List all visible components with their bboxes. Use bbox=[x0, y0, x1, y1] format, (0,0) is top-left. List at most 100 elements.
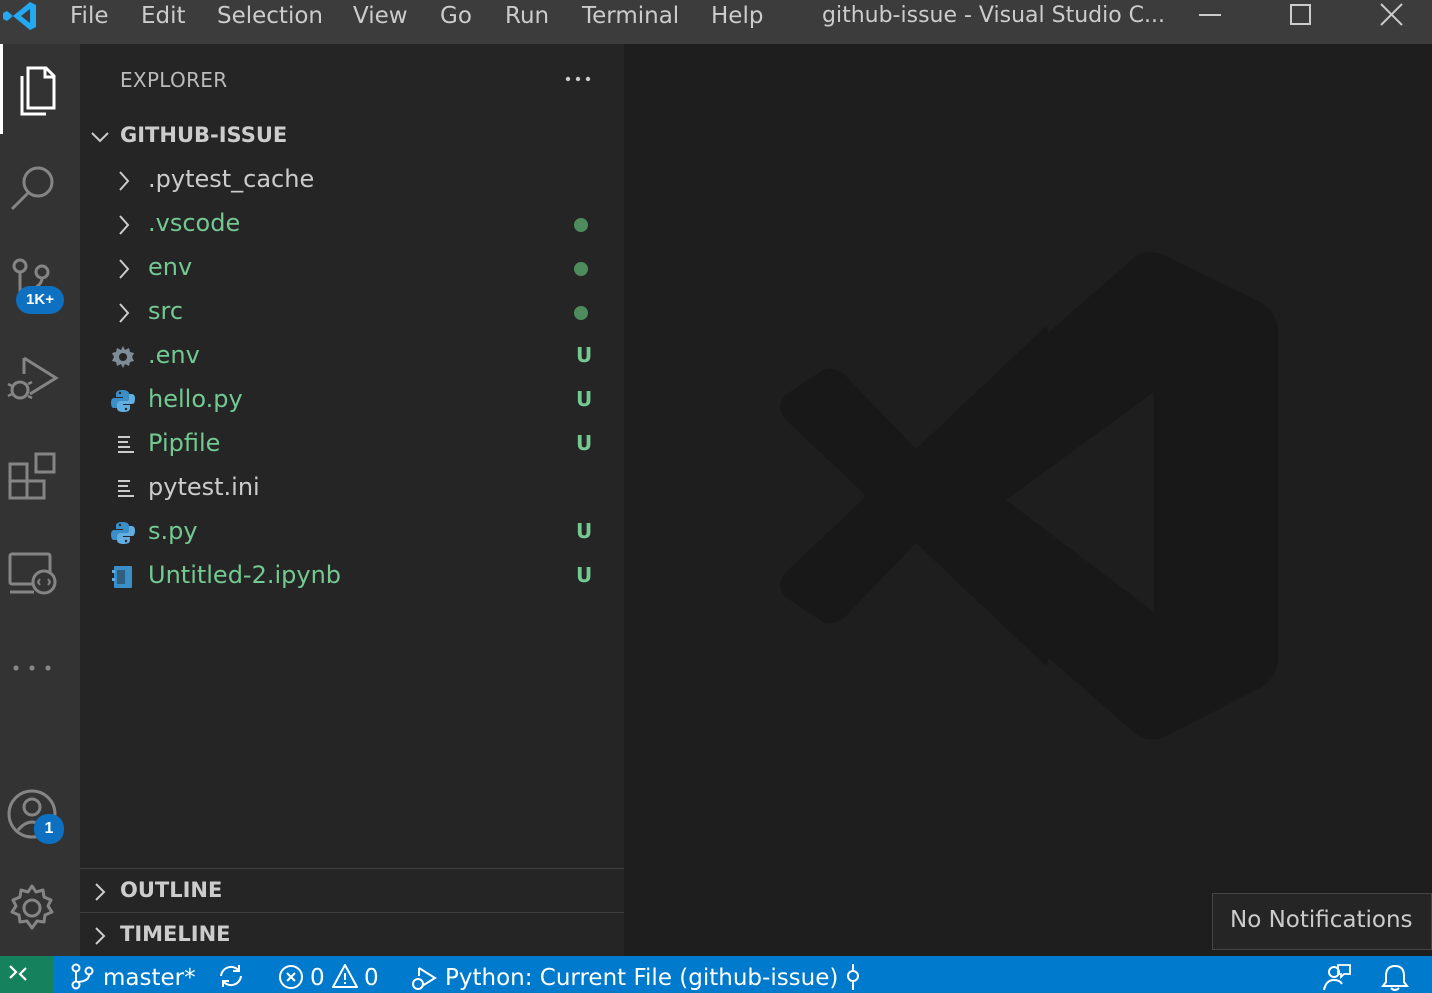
debug-configuration[interactable]: Python: Current File (github-issue) bbox=[445, 956, 838, 993]
notebook-icon bbox=[112, 566, 132, 588]
activity-explorer[interactable] bbox=[0, 44, 80, 134]
chevron-right-icon bbox=[95, 883, 106, 901]
section-divider bbox=[80, 868, 624, 869]
tree-item-label: s.py bbox=[148, 517, 198, 545]
git-status-badge: U bbox=[576, 519, 593, 543]
modified-indicator-dot bbox=[574, 306, 588, 320]
python-icon bbox=[111, 390, 135, 412]
menu-selection[interactable]: Selection bbox=[217, 0, 323, 32]
tree-file-row[interactable]: Untitled-2.ipynb U bbox=[80, 555, 624, 599]
vscode-watermark-logo bbox=[780, 252, 1278, 740]
menu-help[interactable]: Help bbox=[711, 0, 763, 32]
menu-run[interactable]: Run bbox=[505, 0, 549, 32]
menu-terminal[interactable]: Terminal bbox=[582, 0, 679, 32]
title-bar: File Edit Selection View Go Run Terminal… bbox=[0, 0, 1432, 44]
explorer-sidebar: EXPLORER GITHUB-ISSUE .pytest_cache .vsco… bbox=[80, 44, 624, 956]
activity-run-debug[interactable] bbox=[0, 338, 80, 418]
root-folder-header[interactable]: GITHUB-ISSUE bbox=[80, 115, 624, 159]
menu-file[interactable]: File bbox=[70, 0, 109, 32]
tree-item-label: pytest.ini bbox=[148, 473, 260, 501]
git-status-badge: U bbox=[576, 387, 593, 411]
extensions-icon bbox=[8, 452, 56, 500]
tree-file-row[interactable]: Pipfile U bbox=[80, 423, 624, 467]
close-button[interactable] bbox=[1369, 0, 1415, 32]
remote-indicator-button[interactable] bbox=[0, 956, 53, 993]
menu-go[interactable]: Go bbox=[440, 0, 472, 32]
remote-explorer-icon bbox=[8, 552, 57, 595]
maximize-icon bbox=[1290, 4, 1311, 25]
tree-file-row[interactable]: .env U bbox=[80, 335, 624, 379]
root-folder-label: GITHUB-ISSUE bbox=[120, 123, 288, 147]
modified-indicator-dot bbox=[574, 262, 588, 276]
tree-folder-row[interactable]: src bbox=[80, 291, 624, 335]
outline-header[interactable]: OUTLINE bbox=[80, 870, 624, 914]
ellipsis-icon bbox=[565, 76, 591, 82]
activity-remote-explorer[interactable] bbox=[0, 534, 80, 614]
editor-area bbox=[624, 44, 1432, 956]
tree-item-label: hello.py bbox=[148, 385, 243, 413]
tree-folder-row[interactable]: .pytest_cache bbox=[80, 159, 624, 203]
explorer-title: EXPLORER bbox=[120, 68, 228, 92]
tree-item-label: src bbox=[148, 297, 184, 325]
tree-item-label: .pytest_cache bbox=[148, 165, 315, 193]
tree-item-label: env bbox=[148, 253, 193, 281]
chevron-right-icon bbox=[119, 303, 130, 323]
activity-search[interactable] bbox=[0, 142, 80, 222]
activity-accounts[interactable]: 1 bbox=[0, 774, 80, 854]
tree-item-label: Untitled-2.ipynb bbox=[148, 561, 342, 589]
feedback-icon[interactable] bbox=[1320, 962, 1352, 992]
sync-icon[interactable] bbox=[216, 962, 246, 990]
bell-icon[interactable] bbox=[1380, 962, 1410, 992]
branch-icon bbox=[71, 963, 94, 990]
maximize-button[interactable] bbox=[1277, 0, 1323, 32]
debug-icon bbox=[7, 356, 59, 400]
warning-count[interactable]: 0 bbox=[364, 956, 379, 993]
debug-icon bbox=[412, 967, 437, 990]
section-divider bbox=[80, 912, 624, 913]
activity-more[interactable] bbox=[0, 628, 80, 708]
live-share-icon[interactable] bbox=[842, 962, 864, 992]
tree-item-label: Pipfile bbox=[148, 429, 221, 457]
modified-indicator-dot bbox=[574, 218, 588, 232]
text-file-icon bbox=[118, 436, 134, 453]
chevron-down-icon bbox=[91, 132, 109, 143]
text-file-icon bbox=[118, 480, 134, 497]
notifications-popup: No Notifications bbox=[1212, 893, 1432, 950]
activity-source-control[interactable]: 1K+ bbox=[0, 238, 80, 318]
warning-icon bbox=[332, 964, 358, 988]
vscode-logo-icon bbox=[0, 0, 44, 36]
menu-edit[interactable]: Edit bbox=[141, 0, 186, 32]
chevron-right-icon bbox=[119, 259, 130, 279]
ellipsis-icon bbox=[13, 665, 51, 671]
timeline-header[interactable]: TIMELINE bbox=[80, 914, 624, 958]
tree-item-label: .env bbox=[148, 341, 200, 369]
remote-icon bbox=[9, 965, 27, 981]
tree-folder-row[interactable]: .vscode bbox=[80, 203, 624, 247]
git-branch[interactable]: master* bbox=[103, 956, 196, 993]
chevron-right-icon bbox=[95, 927, 106, 945]
chevron-right-icon bbox=[119, 215, 130, 235]
window-title: github-issue - Visual Studio C... bbox=[822, 3, 1166, 28]
explorer-more-actions-button[interactable] bbox=[560, 62, 596, 96]
git-status-badge: U bbox=[576, 343, 593, 367]
error-icon bbox=[279, 965, 303, 989]
git-status-badge: U bbox=[576, 563, 593, 587]
error-count[interactable]: 0 bbox=[310, 956, 325, 993]
activity-extensions[interactable] bbox=[0, 436, 80, 516]
search-icon bbox=[10, 166, 54, 211]
chevron-right-icon bbox=[119, 171, 130, 191]
minimize-icon bbox=[1199, 14, 1221, 16]
minimize-button[interactable] bbox=[1187, 0, 1233, 32]
activity-bar: 1K+ 1 bbox=[0, 44, 80, 956]
activity-manage[interactable] bbox=[0, 868, 80, 948]
files-icon bbox=[20, 66, 56, 116]
timeline-label: TIMELINE bbox=[120, 922, 231, 946]
menu-view[interactable]: View bbox=[353, 0, 408, 32]
tree-file-row[interactable]: s.py U bbox=[80, 511, 624, 555]
tree-file-row[interactable]: hello.py U bbox=[80, 379, 624, 423]
notification-text: No Notifications bbox=[1230, 907, 1413, 933]
tree-file-row[interactable]: pytest.ini bbox=[80, 467, 624, 511]
git-status-badge: U bbox=[576, 431, 593, 455]
tree-folder-row[interactable]: env bbox=[80, 247, 624, 291]
gear-icon bbox=[10, 884, 54, 930]
